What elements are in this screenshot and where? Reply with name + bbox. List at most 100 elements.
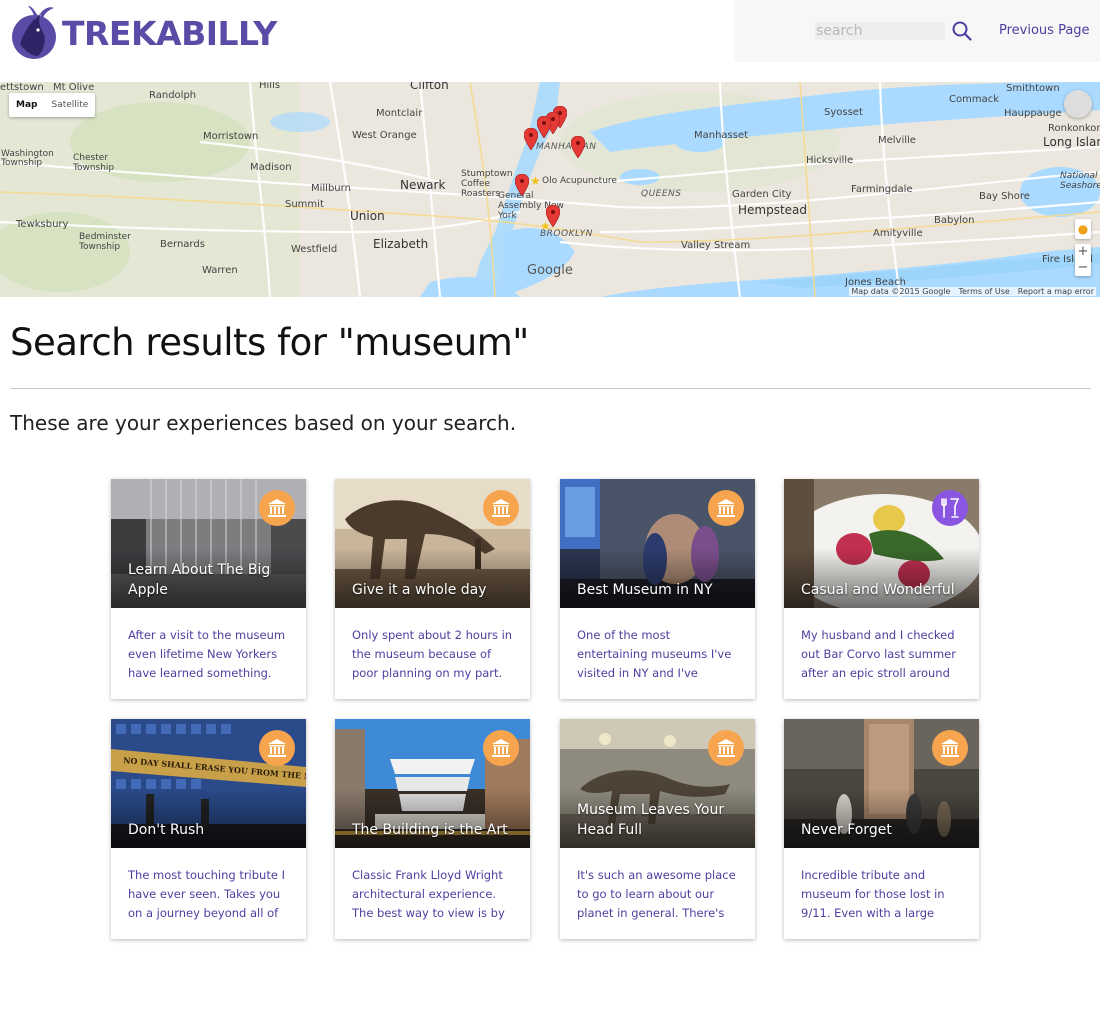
card-title: Give it a whole day bbox=[352, 582, 487, 598]
museum-icon bbox=[492, 499, 510, 517]
card-description: After a visit to the museum even lifetim… bbox=[128, 628, 286, 680]
search-input[interactable] bbox=[815, 22, 945, 40]
category-badge bbox=[259, 730, 295, 766]
category-badge bbox=[259, 490, 295, 526]
map-label: Hempstead bbox=[738, 203, 808, 217]
terms-link[interactable]: Terms of Use bbox=[958, 287, 1009, 296]
previous-page-link[interactable]: Previous Page bbox=[999, 23, 1090, 38]
map-label: Tewksbury bbox=[16, 219, 69, 230]
map-label: Hauppauge bbox=[1004, 108, 1062, 119]
map-label: Hicksville bbox=[806, 155, 854, 166]
experience-card[interactable]: NO DAY SHALL ERASE YOU FROM THE MEMORY O… bbox=[111, 719, 306, 939]
card-title: Learn About The Big Apple bbox=[128, 562, 271, 598]
map-label: Clifton bbox=[410, 82, 449, 92]
card-description: The most touching tribute I have ever se… bbox=[128, 868, 285, 920]
map-pin-marker[interactable] bbox=[571, 136, 585, 158]
map-label: MANHATTAN bbox=[536, 142, 597, 152]
map-label: Millburn bbox=[311, 183, 351, 194]
map-star-icon: ★ bbox=[540, 219, 551, 233]
site-header: TREKABILLY Previous Page bbox=[0, 0, 1100, 82]
card-image: Best Museum in NY bbox=[560, 479, 755, 608]
experience-card[interactable]: Learn About The Big Apple After a visit … bbox=[111, 479, 306, 699]
museum-icon bbox=[268, 499, 286, 517]
map-label: Elizabeth bbox=[373, 237, 429, 251]
map-label: Montclair bbox=[376, 108, 423, 119]
map-label: Chester Township bbox=[73, 153, 115, 173]
pegman-icon[interactable]: ● bbox=[1075, 219, 1091, 239]
category-badge bbox=[483, 490, 519, 526]
card-description: Only spent about 2 hours in the museum b… bbox=[352, 628, 513, 680]
map-label: Olo Acupuncture bbox=[542, 176, 617, 186]
map-pin-marker[interactable] bbox=[537, 116, 551, 138]
map-type-satellite[interactable]: Satellite bbox=[44, 93, 95, 117]
map-label: Union bbox=[350, 209, 385, 223]
map-label: Warren bbox=[202, 265, 238, 276]
card-image: The Building is the Art bbox=[335, 719, 530, 848]
category-badge bbox=[932, 490, 968, 526]
map-label: Morristown bbox=[203, 131, 259, 142]
experience-card[interactable]: Never Forget Incredible tribute and muse… bbox=[784, 719, 979, 939]
category-badge bbox=[708, 490, 744, 526]
category-badge bbox=[708, 730, 744, 766]
map-label: Washington Township bbox=[1, 149, 54, 168]
map-pin-marker[interactable] bbox=[515, 174, 529, 196]
food-drink-icon bbox=[941, 498, 960, 518]
logo-text: TREKABILLY bbox=[62, 13, 277, 53]
card-description: Incredible tribute and museum for those … bbox=[801, 868, 945, 920]
experience-card[interactable]: Give it a whole day Only spent about 2 h… bbox=[335, 479, 530, 699]
card-title: Best Museum in NY bbox=[577, 582, 713, 598]
card-description: Classic Frank Lloyd Wright architectural… bbox=[352, 868, 505, 920]
card-title: Casual and Wonderful bbox=[801, 582, 955, 598]
card-description: One of the most entertaining museums I'v… bbox=[577, 628, 732, 680]
map-label: Bedminster Township bbox=[79, 232, 131, 252]
map-label: Amityville bbox=[873, 228, 923, 239]
search-icon bbox=[952, 21, 972, 41]
experience-card[interactable]: The Building is the Art Classic Frank Ll… bbox=[335, 719, 530, 939]
page-title: Search results for "museum" bbox=[10, 321, 529, 364]
map-label: Madison bbox=[250, 162, 292, 173]
map-label: National Seashore bbox=[1060, 171, 1100, 191]
google-logo: Google bbox=[527, 263, 573, 278]
card-description: It's such an awesome place to go to lear… bbox=[577, 868, 736, 920]
map-label: Smithtown bbox=[1006, 83, 1060, 94]
experience-card[interactable]: Best Museum in NY One of the most entert… bbox=[560, 479, 755, 699]
map-label: Summit bbox=[285, 199, 324, 210]
map-type-map[interactable]: Map bbox=[9, 93, 44, 117]
report-map-error-link[interactable]: Report a map error bbox=[1018, 287, 1094, 296]
map-label: Newark bbox=[400, 178, 446, 192]
zoom-in-button[interactable]: + bbox=[1075, 244, 1091, 260]
results-map[interactable]: Map Satellite ettstown Mt Olive Hills Cl… bbox=[0, 82, 1100, 297]
map-label: Babylon bbox=[934, 215, 975, 226]
map-label: Randolph bbox=[149, 90, 197, 101]
map-label: West Orange bbox=[352, 130, 417, 141]
map-label: Hills bbox=[259, 82, 281, 91]
zoom-control: + − bbox=[1075, 244, 1091, 276]
map-label: Bay Shore bbox=[979, 191, 1030, 202]
map-label: Bernards bbox=[160, 239, 205, 250]
map-label: Valley Stream bbox=[681, 240, 751, 251]
museum-icon bbox=[268, 739, 286, 757]
map-label: Melville bbox=[878, 135, 916, 146]
search-button[interactable] bbox=[951, 20, 973, 42]
map-label: ettstown bbox=[0, 82, 44, 93]
museum-icon bbox=[717, 499, 735, 517]
experience-card[interactable]: Museum Leaves Your Head Full It's such a… bbox=[560, 719, 755, 939]
museum-icon bbox=[941, 739, 959, 757]
card-image: Learn About The Big Apple bbox=[111, 479, 306, 608]
map-attribution: Map data ©2015 Google Terms of Use Repor… bbox=[849, 287, 1096, 296]
map-profile-icon[interactable] bbox=[1064, 90, 1092, 118]
map-pin-marker[interactable] bbox=[524, 128, 538, 150]
map-label: General Assembly New York bbox=[498, 191, 564, 221]
map-label: Garden City bbox=[732, 189, 792, 200]
card-image: Casual and Wonderful bbox=[784, 479, 979, 608]
card-image: Museum Leaves Your Head Full bbox=[560, 719, 755, 848]
card-title: Don't Rush bbox=[128, 822, 205, 838]
map-label: Ronkonkoma bbox=[1048, 123, 1100, 134]
card-image: Give it a whole day bbox=[335, 479, 530, 608]
category-badge bbox=[483, 730, 519, 766]
ibex-logo-icon bbox=[12, 6, 56, 59]
zoom-out-button[interactable]: − bbox=[1075, 260, 1091, 276]
experience-card[interactable]: Casual and Wonderful My husband and I ch… bbox=[784, 479, 979, 699]
map-label: Mt Olive bbox=[53, 82, 95, 93]
logo[interactable]: TREKABILLY bbox=[10, 4, 277, 62]
